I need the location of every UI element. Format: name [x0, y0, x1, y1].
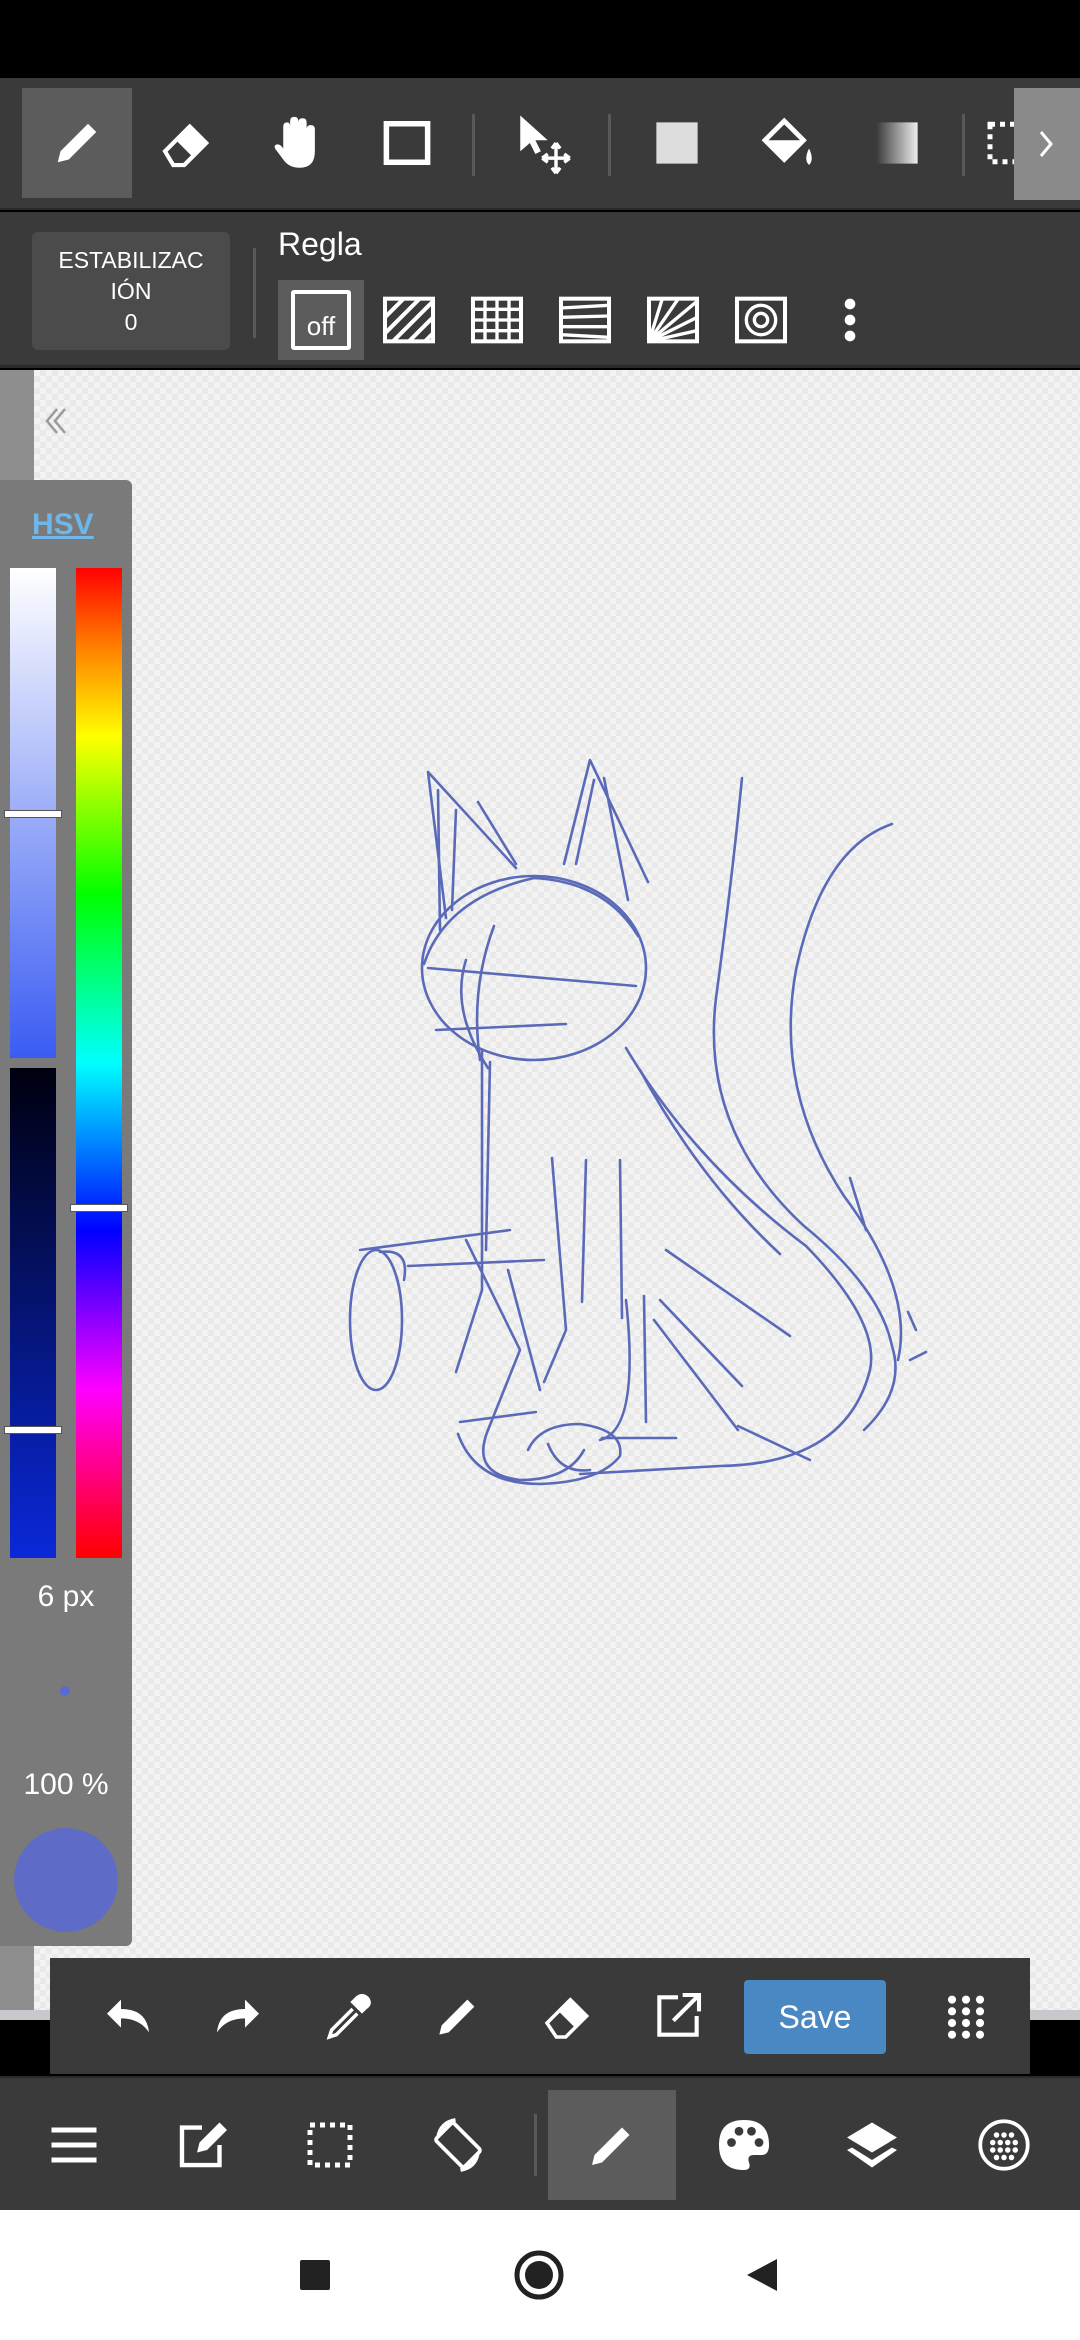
pen-icon: [439, 1999, 475, 2035]
ruler-grid-button[interactable]: [454, 280, 540, 360]
more-vertical-icon: [844, 298, 856, 342]
eraser-button[interactable]: [532, 1980, 604, 2052]
material-icon: [978, 2119, 1030, 2171]
material-button[interactable]: [940, 2090, 1068, 2200]
palette-button[interactable]: [680, 2090, 808, 2200]
brush-button[interactable]: [548, 2090, 676, 2200]
hand-icon: [274, 116, 315, 168]
brush-size-value: 6 px: [37, 1580, 95, 1613]
gradient-icon: [876, 122, 918, 164]
grid-ruler-icon: [471, 296, 523, 344]
toolbar-separator: [962, 114, 965, 176]
concentric-ruler-icon: [735, 296, 787, 344]
ruler-off-button[interactable]: off: [278, 280, 364, 360]
hand-tool-button[interactable]: [242, 88, 352, 198]
brush-icon: [592, 2127, 630, 2165]
eraser-tool-button[interactable]: [132, 88, 242, 198]
recents-icon: [300, 2260, 330, 2290]
status-bar: [0, 0, 1080, 78]
chevron-right-icon: [1039, 131, 1053, 157]
main-menu-button[interactable]: [10, 2090, 138, 2200]
back-icon: [747, 2259, 777, 2291]
move-icon: [520, 115, 571, 175]
canvas-area[interactable]: [0, 370, 1080, 2020]
export-button[interactable]: [642, 1980, 714, 2052]
sub-toolbar: ESTABILIZAC IÓN 0 Regla off: [0, 212, 1080, 368]
edit-icon: [179, 2122, 227, 2168]
palette-icon: [719, 2120, 769, 2170]
eyedropper-icon: [326, 1993, 371, 2040]
hue-slider-handle[interactable]: [70, 1204, 128, 1212]
radial-ruler-icon: [647, 296, 699, 344]
pen-icon: [57, 123, 97, 163]
rectangle-icon: [383, 121, 431, 165]
bucket-tool-button[interactable]: [732, 88, 842, 198]
toolbar-scroll-button[interactable]: [1014, 88, 1080, 200]
stabilization-label-line1: ESTABILIZAC: [58, 246, 204, 273]
gradient-tool-button[interactable]: [842, 88, 952, 198]
pen-button[interactable]: [422, 1980, 494, 2052]
ruler-title: Regla: [278, 226, 362, 262]
stabilization-label-line2: IÓN: [110, 277, 152, 304]
selection-button[interactable]: [266, 2090, 394, 2200]
hue-slider[interactable]: [76, 568, 122, 1558]
rotate-icon: [434, 2118, 482, 2172]
ruler-more-button[interactable]: [806, 280, 894, 360]
quick-action-bar: Save: [50, 1958, 1030, 2074]
stabilization-button[interactable]: ESTABILIZAC IÓN 0: [32, 232, 230, 350]
current-color-swatch[interactable]: [14, 1828, 118, 1932]
redo-button[interactable]: [202, 1980, 274, 2052]
fill-rect-icon: [656, 122, 698, 164]
selection-icon: [307, 2122, 353, 2168]
rotate-canvas-button[interactable]: [394, 2090, 522, 2200]
layers-icon: [847, 2122, 897, 2168]
value-slider[interactable]: [10, 1068, 56, 1558]
bucket-icon: [761, 117, 812, 165]
eraser-icon: [544, 1997, 590, 2039]
eyedropper-button[interactable]: [312, 1980, 384, 2052]
ruler-radial-button[interactable]: [630, 280, 716, 360]
ruler-concentric-button[interactable]: [718, 280, 804, 360]
grid-menu-button[interactable]: [930, 1980, 1002, 2052]
brush-size-preview: [60, 1686, 70, 1696]
home-icon: [514, 2250, 564, 2300]
pen-tool-button[interactable]: [22, 88, 132, 198]
parallel-ruler-icon: [383, 296, 435, 344]
layers-button[interactable]: [808, 2090, 936, 2200]
recents-button[interactable]: [282, 2242, 348, 2308]
perspective-ruler-icon: [559, 296, 611, 344]
edit-button[interactable]: [138, 2090, 266, 2200]
eraser-icon: [162, 123, 210, 168]
ruler-perspective-button[interactable]: [542, 280, 628, 360]
toolbar-separator: [534, 2114, 537, 2176]
menu-icon: [51, 2127, 97, 2163]
toolbar-separator: [472, 114, 475, 176]
fill-rect-tool-button[interactable]: [622, 88, 732, 198]
save-button[interactable]: Save: [744, 1980, 886, 2054]
toolbar-separator: [608, 114, 611, 176]
move-tool-button[interactable]: [490, 88, 600, 198]
cat-sketch: [348, 758, 928, 1486]
undo-button[interactable]: [92, 1980, 164, 2052]
system-nav-bar: [0, 2210, 1080, 2340]
redo-icon: [217, 1999, 259, 2033]
export-icon: [657, 1992, 702, 2037]
home-button[interactable]: [506, 2242, 572, 2308]
brush-opacity-value: 100 %: [23, 1768, 109, 1801]
undo-icon: [107, 1999, 149, 2033]
ruler-off-label: off: [291, 290, 351, 350]
rectangle-tool-button[interactable]: [352, 88, 462, 198]
grid-icon: [947, 1995, 985, 2039]
stabilization-value: 0: [124, 308, 138, 335]
toolbar-separator: [253, 248, 256, 338]
color-panel: HSV 6 px 100 %: [0, 480, 132, 1946]
color-mode-label[interactable]: HSV: [32, 508, 94, 542]
top-toolbar: [0, 78, 1080, 210]
saturation-slider-handle[interactable]: [4, 810, 62, 818]
back-button[interactable]: [730, 2242, 796, 2308]
value-slider-handle[interactable]: [4, 1426, 62, 1434]
ruler-parallel-button[interactable]: [366, 280, 452, 360]
bottom-toolbar: [0, 2076, 1080, 2210]
